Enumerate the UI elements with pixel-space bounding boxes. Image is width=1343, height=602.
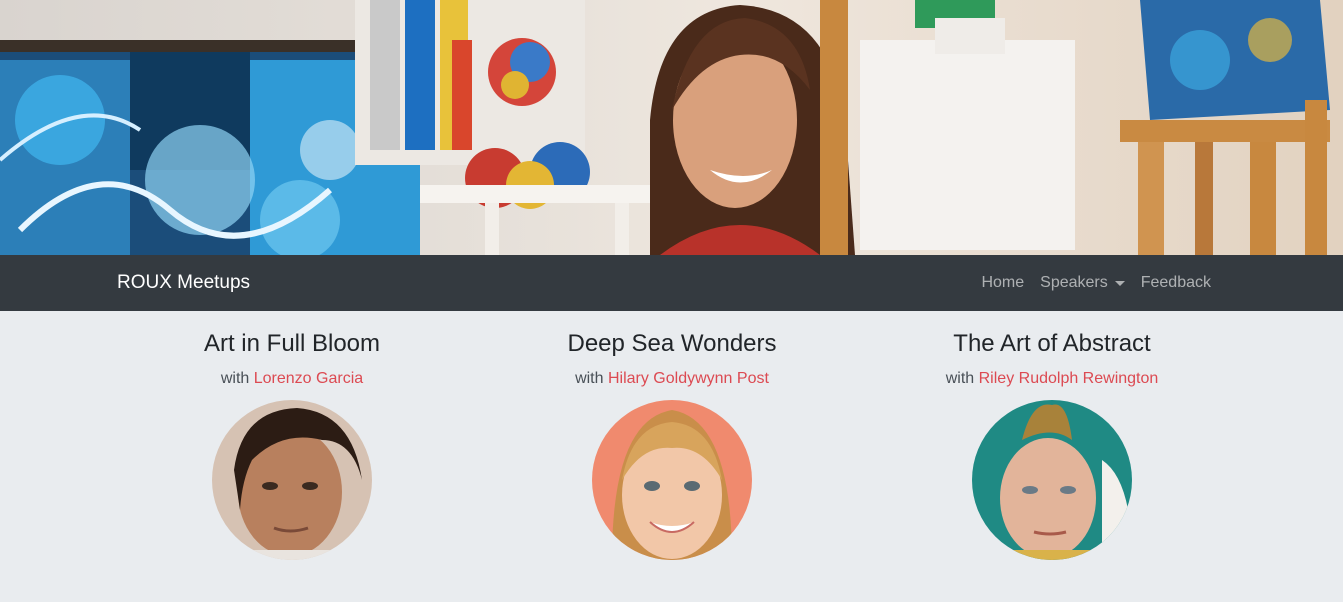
hero-banner-image: [0, 0, 1343, 255]
meetup-cards: Art in Full Bloom with Lorenzo Garcia De…: [0, 311, 1343, 602]
with-prefix: with: [945, 370, 975, 387]
meetup-card: The Art of Abstract with Riley Rudolph R…: [862, 329, 1242, 560]
speaker-link[interactable]: Lorenzo Garcia: [254, 370, 363, 387]
nav-feedback-label: Feedback: [1140, 274, 1211, 291]
speaker-link[interactable]: Riley Rudolph Rewington: [979, 370, 1159, 387]
nav-links: Home Speakers Feedback: [973, 255, 1219, 311]
caret-down-icon: [1114, 280, 1125, 286]
nav-speakers-label: Speakers: [1040, 274, 1108, 291]
nav-speakers-dropdown[interactable]: Speakers: [1032, 255, 1133, 311]
hero-illustration: [0, 0, 1330, 255]
meetup-title: Deep Sea Wonders: [567, 330, 777, 357]
avatar-portrait-icon: [592, 400, 752, 560]
avatar-portrait-icon: [972, 400, 1132, 560]
top-navbar: ROUX Meetups Home Speakers Feedback: [0, 255, 1343, 311]
meetup-speaker-line: with Riley Rudolph Rewington: [862, 369, 1242, 389]
nav-home-label: Home: [981, 274, 1025, 291]
nav-feedback-link[interactable]: Feedback: [1133, 255, 1219, 311]
speaker-avatar[interactable]: [212, 400, 372, 560]
meetup-speaker-line: with Lorenzo Garcia: [102, 369, 482, 389]
speaker-avatar[interactable]: [972, 400, 1132, 560]
brand-link[interactable]: ROUX Meetups: [117, 255, 250, 311]
meetup-card: Art in Full Bloom with Lorenzo Garcia: [102, 329, 482, 560]
with-prefix: with: [575, 370, 604, 387]
meetup-title: The Art of Abstract: [953, 330, 1151, 357]
speaker-avatar[interactable]: [592, 400, 752, 560]
nav-home-link[interactable]: Home: [973, 255, 1032, 311]
meetup-card: Deep Sea Wonders with Hilary Goldywynn P…: [482, 329, 862, 560]
speaker-link[interactable]: Hilary Goldywynn Post: [608, 370, 769, 387]
avatar-portrait-icon: [212, 400, 372, 560]
meetup-speaker-line: with Hilary Goldywynn Post: [482, 369, 862, 389]
meetup-title: Art in Full Bloom: [203, 330, 381, 357]
with-prefix: with: [220, 370, 250, 387]
